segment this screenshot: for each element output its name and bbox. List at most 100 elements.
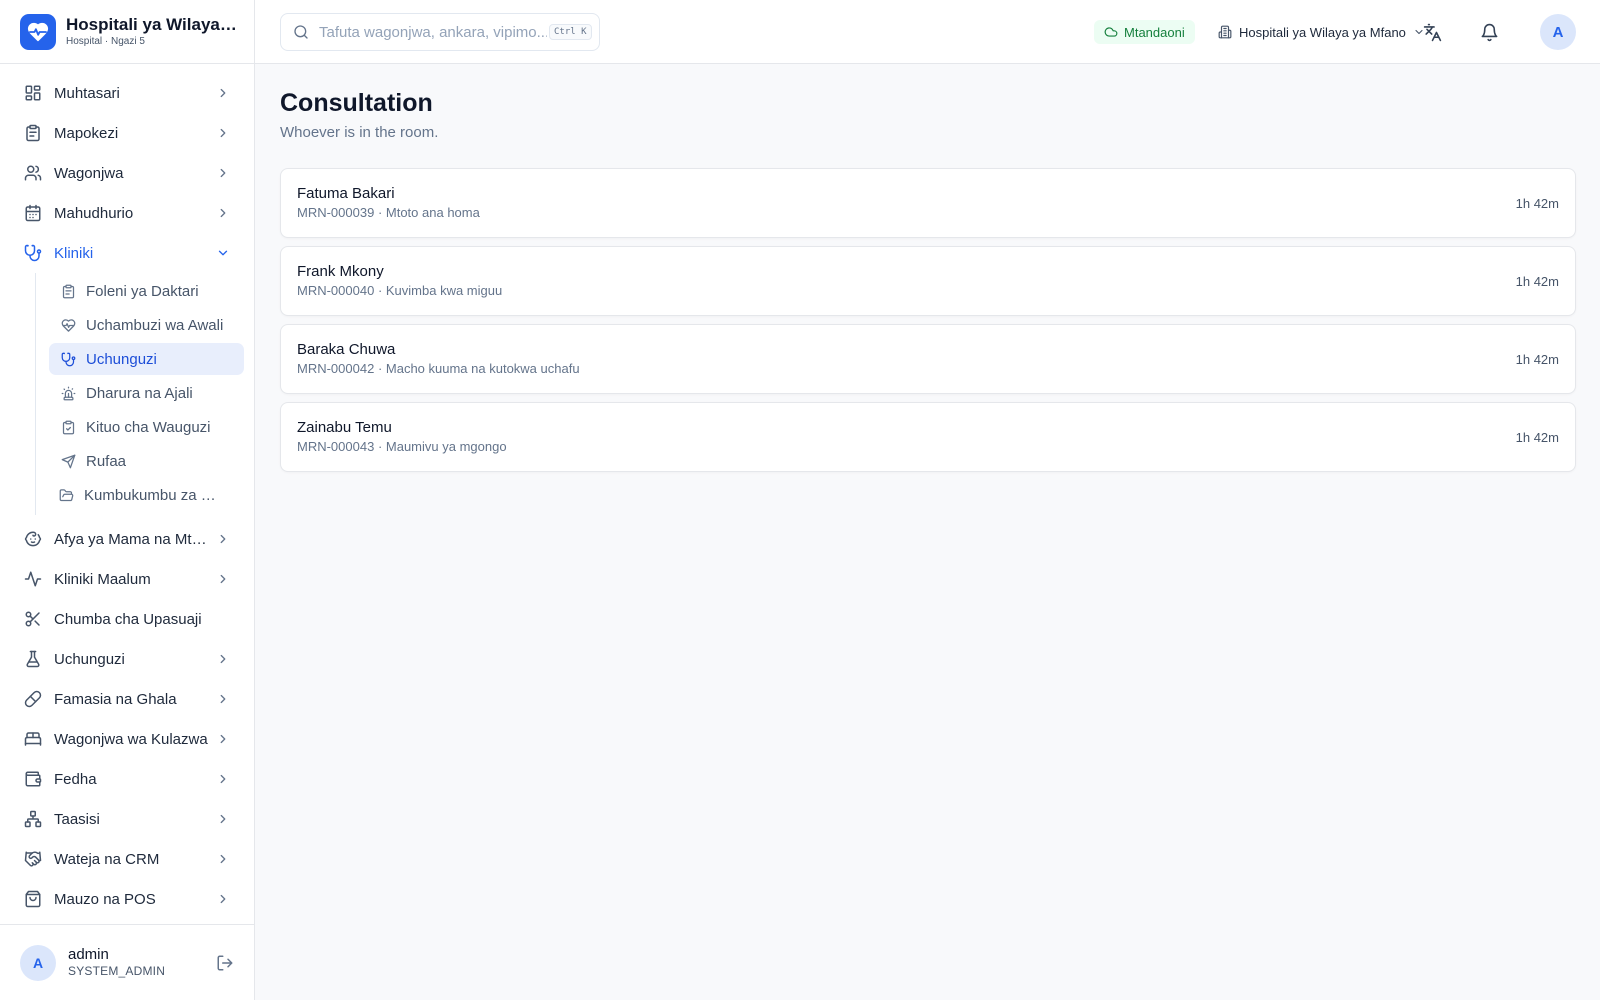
sidebar-subitem-label: Kumbukumbu za Matibabu — [84, 486, 224, 504]
sidebar-subitem-rufaa[interactable]: Rufaa — [49, 445, 244, 477]
patient-card[interactable]: Frank Mkony MRN-000040 · Kuvimba kwa mig… — [280, 246, 1576, 316]
sidebar-item-label: Taasisi — [54, 810, 100, 828]
sidebar-item-taasisi[interactable]: Taasisi — [0, 799, 254, 839]
users-icon — [24, 165, 42, 181]
network-icon — [24, 810, 42, 828]
sidebar-subitem-foleni-ya-daktari[interactable]: Foleni ya Daktari — [49, 275, 244, 307]
patient-card[interactable]: Fatuma Bakari MRN-000039 · Mtoto ana hom… — [280, 168, 1576, 238]
sidebar-subitem-label: Dharura na Ajali — [86, 384, 193, 402]
sidebar-item-chumba-cha-upasuaji[interactable]: Chumba cha Upasuaji — [0, 599, 254, 639]
sidebar-item-label: Muhtasari — [54, 84, 120, 102]
grid-icon — [25, 85, 41, 101]
sidebar-subitem-label: Uchambuzi wa Awali — [86, 316, 224, 334]
patient-complaint: Mtoto ana homa — [385, 205, 480, 220]
patient-name: Fatuma Bakari — [297, 185, 395, 202]
page-subtitle: Whoever is in the room. — [280, 124, 439, 141]
language-button[interactable] — [1420, 20, 1444, 44]
clipboard-icon — [26, 124, 40, 142]
sidebar-subitem-uchunguzi[interactable]: Uchunguzi — [49, 343, 244, 375]
chevron-right-icon — [220, 128, 226, 138]
sidebar-subitem-label: Uchunguzi — [86, 350, 157, 368]
patient-name: Zainabu Temu — [297, 419, 392, 436]
bed-icon — [24, 732, 42, 746]
sidebar-item-kliniki-maalum[interactable]: Kliniki Maalum — [0, 559, 254, 599]
patient-complaint: Macho kuuma na kutokwa uchafu — [385, 361, 580, 376]
wait-time: 1h 42m — [1515, 429, 1559, 445]
sidebar-subitem-uchambuzi-wa-awali[interactable]: Uchambuzi wa Awali — [49, 309, 244, 341]
user-avatar-button[interactable]: A — [1540, 14, 1576, 50]
sidebar-item-label: Mapokezi — [54, 124, 119, 142]
sidebar-item-label: Afya ya Mama na Mtoto — [54, 530, 208, 548]
sidebar-subitem-label: Rufaa — [86, 452, 127, 470]
sidebar-item-label: Mauzo na POS — [54, 890, 156, 908]
sidebar-item-fedha[interactable]: Fedha — [0, 759, 254, 799]
page-title: Consultation — [280, 89, 433, 117]
patient-card[interactable]: Baraka Chuwa MRN-000042 · Macho kuuma na… — [280, 324, 1576, 394]
avatar[interactable]: A — [20, 944, 56, 981]
pill-icon — [24, 690, 42, 708]
clipboard-icon — [62, 284, 75, 298]
status-badge: Mtandaoni — [1094, 20, 1195, 44]
status-label: Mtandaoni — [1124, 24, 1185, 40]
shopping-bag-icon — [25, 890, 41, 908]
chevron-right-icon — [220, 574, 226, 584]
sidebar-item-wagonjwa-wa-kulazwa[interactable]: Wagonjwa wa Kulazwa — [0, 719, 254, 759]
sidebar-item-kliniki[interactable]: Kliniki — [0, 233, 254, 273]
bell-icon — [1481, 23, 1497, 41]
sidebar-subitem-kumbukumbu[interactable]: Kumbukumbu za Matibabu — [49, 479, 244, 511]
heart-pulse-icon — [61, 318, 76, 332]
patient-complaint: Maumivu ya mgongo — [385, 439, 507, 454]
notifications-button[interactable] — [1477, 20, 1501, 44]
sidebar-item-wateja-na-crm[interactable]: Wateja na CRM — [0, 839, 254, 879]
chevron-right-icon — [220, 774, 226, 784]
sidebar-item-famasia-na-ghala[interactable]: Famasia na Ghala — [0, 679, 254, 719]
patient-name: Baraka Chuwa — [297, 341, 396, 358]
chevron-right-icon — [220, 534, 226, 544]
brand[interactable]: Hospitali ya Wilaya ya Mfano Hospital · … — [0, 0, 254, 64]
patient-mrn: MRN-000042 — [297, 361, 375, 376]
sidebar-subitem-dharura-na-ajali[interactable]: Dharura na Ajali — [49, 377, 244, 409]
logout-icon[interactable] — [216, 954, 234, 972]
sidebar-item-mauzo-na-pos[interactable]: Mauzo na POS — [0, 879, 254, 919]
sidebar-item-label: Mahudhurio — [54, 204, 134, 222]
patient-name: Frank Mkony — [297, 263, 384, 280]
sidebar-item-mahudhurio[interactable]: Mahudhurio — [0, 193, 254, 233]
translate-icon — [1423, 23, 1441, 41]
user-role: SYSTEM_ADMIN — [68, 964, 166, 978]
sidebar-item-muhtasari[interactable]: Muhtasari — [0, 73, 254, 113]
separator: · — [374, 205, 386, 220]
siren-icon — [61, 386, 76, 400]
search-box[interactable]: Ctrl K — [280, 13, 600, 51]
flask-icon — [26, 650, 40, 668]
chevron-down-icon — [218, 250, 228, 256]
sidebar-subitem-label: Foleni ya Daktari — [86, 282, 199, 300]
sidebar-item-afya-ya-mama[interactable]: Afya ya Mama na Mtoto — [0, 519, 254, 559]
sidebar-item-label: Kliniki Maalum — [54, 570, 151, 588]
heart-logo-icon — [20, 13, 56, 50]
sidebar-item-mapokezi[interactable]: Mapokezi — [0, 113, 254, 153]
sidebar-subitem-kituo-cha-wauguzi[interactable]: Kituo cha Wauguzi — [49, 411, 244, 443]
calendar-icon — [25, 204, 41, 222]
patient-mrn: MRN-000043 — [297, 439, 375, 454]
sidebar-item-label: Kliniki — [54, 244, 94, 262]
search-input[interactable] — [319, 23, 547, 41]
send-icon — [61, 454, 76, 468]
building-icon — [1218, 25, 1232, 39]
search-shortcut: Ctrl K — [549, 24, 592, 40]
search-icon — [294, 25, 308, 39]
patient-mrn: MRN-000039 — [297, 205, 375, 220]
patient-card[interactable]: Zainabu Temu MRN-000043 · Maumivu ya mgo… — [280, 402, 1576, 472]
facility-selector[interactable]: Hospitali ya Wilaya ya Mfano — [1218, 18, 1425, 46]
sidebar: Hospitali ya Wilaya ya Mfano Hospital · … — [0, 0, 255, 1000]
stethoscope-icon — [24, 244, 42, 262]
sidebar-item-uchunguzi-lab[interactable]: Uchunguzi — [0, 639, 254, 679]
chevron-right-icon — [220, 894, 226, 904]
chevron-right-icon — [220, 168, 226, 178]
sidebar-item-label: Wagonjwa wa Kulazwa — [54, 730, 208, 748]
brand-subtitle: Hospital · Ngazi 5 — [66, 36, 145, 47]
patient-list: Fatuma Bakari MRN-000039 · Mtoto ana hom… — [280, 168, 1576, 472]
patient-mrn: MRN-000040 — [297, 283, 375, 298]
wait-time: 1h 42m — [1515, 195, 1559, 211]
sidebar-item-wagonjwa[interactable]: Wagonjwa — [0, 153, 254, 193]
kliniki-submenu: Foleni ya Daktari Uchambuzi wa Awali Uch… — [35, 273, 254, 515]
